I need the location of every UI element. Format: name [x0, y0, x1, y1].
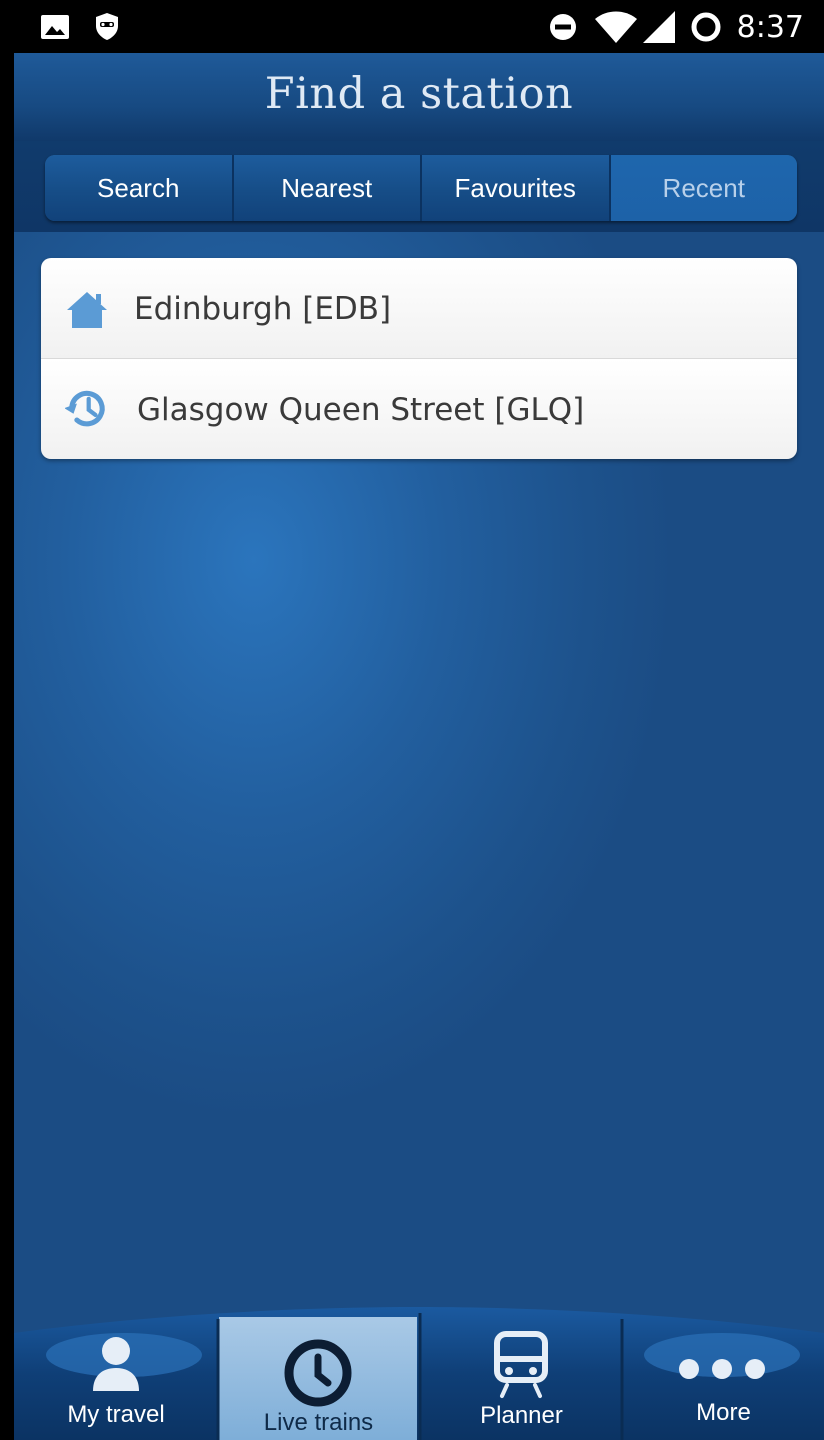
home-icon — [67, 292, 107, 328]
train-icon — [494, 1331, 548, 1398]
page-header: Find a station — [14, 53, 824, 143]
tab-recent[interactable]: Recent — [610, 155, 797, 221]
station-list: Edinburgh [EDB] Glasgow Queen Street [GL… — [41, 258, 797, 459]
nav-label: Live trains — [263, 1409, 374, 1436]
do-not-disturb-icon — [550, 14, 576, 40]
tab-nearest[interactable]: Nearest — [233, 155, 422, 221]
wifi-icon — [595, 11, 637, 43]
bottom-nav: My travel Live trains Planner More — [14, 1305, 824, 1440]
station-label: Glasgow Queen Street [GLQ] — [137, 392, 585, 428]
app-screen: 8:37 Find a station Search Nearest Favou… — [14, 0, 824, 1440]
station-label: Edinburgh [EDB] — [134, 291, 392, 327]
nav-live-trains[interactable]: Live trains — [219, 1305, 418, 1440]
nav-my-travel[interactable]: My travel — [14, 1305, 218, 1440]
nav-label: My travel — [67, 1401, 165, 1428]
clock-icon — [284, 1339, 352, 1407]
privacy-mask-icon — [96, 13, 118, 40]
page-title: Find a station — [264, 69, 574, 119]
tab-bar: Search Nearest Favourites Recent — [45, 155, 797, 221]
tab-favourites[interactable]: Favourites — [422, 155, 611, 221]
nav-planner[interactable]: Planner — [421, 1305, 622, 1440]
nav-label: Planner — [480, 1402, 563, 1429]
more-dots-icon — [679, 1359, 765, 1379]
status-bar: 8:37 — [14, 0, 824, 53]
cell-signal-icon — [643, 11, 675, 43]
nav-more[interactable]: More — [623, 1305, 824, 1440]
tab-band: Search Nearest Favourites Recent — [14, 141, 824, 232]
person-icon — [93, 1337, 139, 1391]
nav-label: More — [696, 1399, 751, 1426]
status-time: 8:37 — [736, 10, 804, 45]
station-item-glasgow-queen-street[interactable]: Glasgow Queen Street [GLQ] — [41, 359, 797, 459]
battery-icon — [691, 12, 721, 42]
station-item-edinburgh[interactable]: Edinburgh [EDB] — [41, 258, 797, 359]
history-icon — [65, 390, 105, 427]
gallery-icon — [41, 15, 69, 39]
tab-search[interactable]: Search — [45, 155, 234, 221]
